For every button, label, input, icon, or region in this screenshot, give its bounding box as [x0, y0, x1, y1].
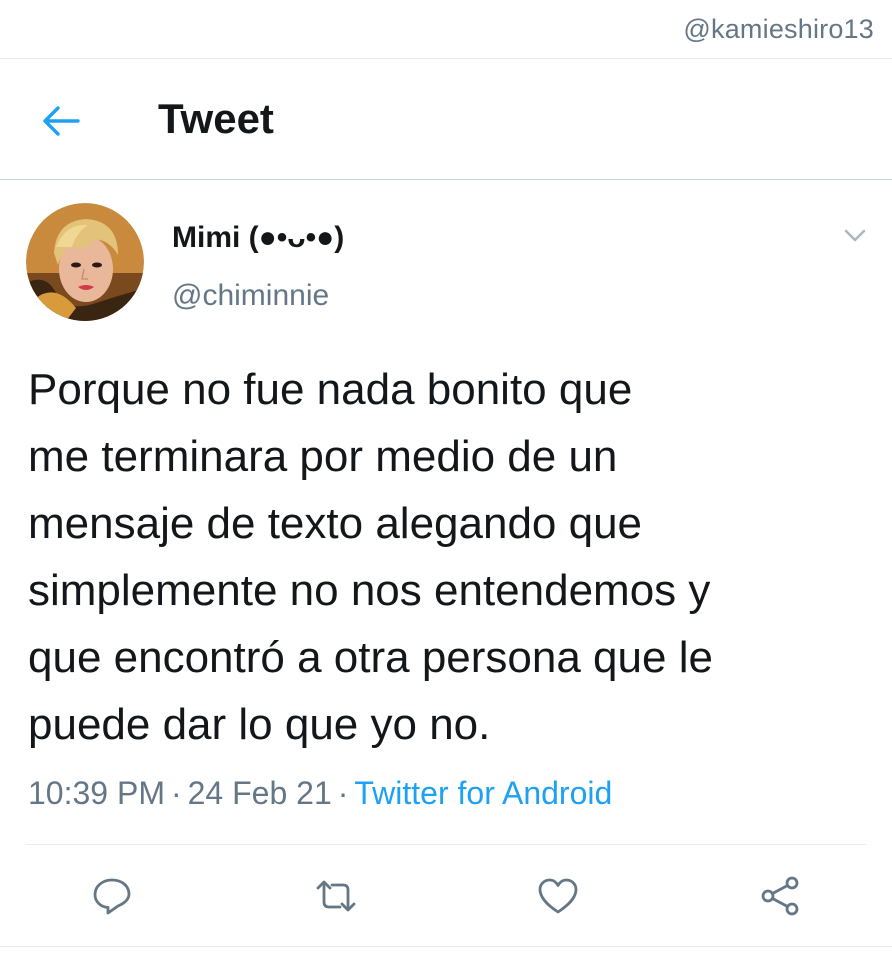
watermark-text: @kamieshiro13: [683, 14, 874, 44]
tweet-actions-bar: [0, 866, 892, 926]
author-handle[interactable]: @chiminnie: [172, 279, 329, 313]
like-button[interactable]: [536, 874, 580, 918]
avatar[interactable]: [26, 203, 144, 321]
profile-photo: [26, 203, 144, 321]
share-icon: [761, 876, 799, 916]
retweet-icon: [316, 880, 356, 912]
share-button[interactable]: [758, 874, 802, 918]
reply-icon: [93, 878, 131, 915]
retweet-button[interactable]: [312, 874, 356, 918]
divider: [26, 844, 866, 845]
page-title: Tweet: [158, 95, 274, 142]
tweet-text: Porque no fue nada bonito que me termina…: [28, 365, 713, 749]
tweet-meta: 10:39 PM · 24 Feb 21 · Twitter for Android: [28, 775, 612, 812]
tweet-source-link[interactable]: Twitter for Android: [354, 775, 612, 811]
back-button[interactable]: [36, 99, 84, 143]
reply-button[interactable]: [90, 874, 134, 918]
tweet-header: Tweet: [0, 59, 892, 179]
divider: [0, 179, 892, 180]
meta-separator: ·: [170, 775, 182, 811]
tweet-time: 10:39 PM: [28, 775, 165, 811]
arrow-left-icon: [43, 106, 80, 136]
chevron-down-icon: [844, 229, 866, 242]
tweet-date: 24 Feb 21: [187, 775, 332, 811]
like-icon: [538, 878, 578, 914]
meta-separator: ·: [337, 775, 349, 811]
divider: [0, 946, 892, 947]
more-options-button[interactable]: [840, 222, 870, 248]
author-display-name[interactable]: Mimi (●•ᴗ•●): [172, 221, 344, 255]
